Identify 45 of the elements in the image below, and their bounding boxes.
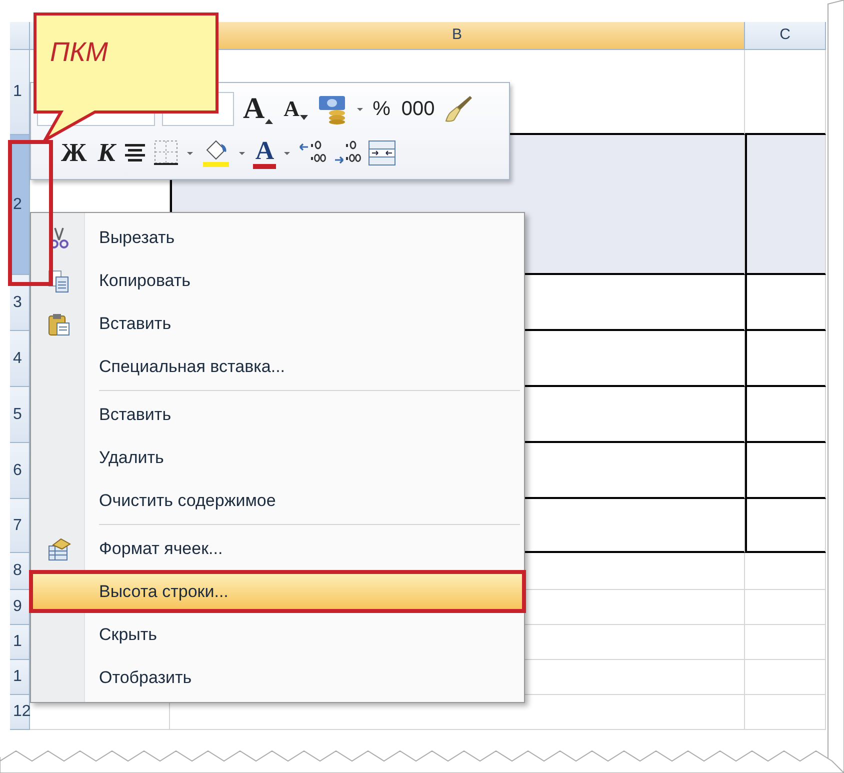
dropdown-arrow-icon[interactable] bbox=[186, 150, 194, 156]
row-header[interactable]: 3 bbox=[10, 275, 30, 331]
format-cells-icon bbox=[47, 536, 71, 560]
dropdown-arrow-icon[interactable] bbox=[283, 150, 292, 156]
grow-font-button[interactable]: A bbox=[241, 94, 275, 124]
brush-icon[interactable] bbox=[444, 94, 474, 124]
border-icon[interactable] bbox=[153, 139, 180, 167]
align-center-icon[interactable] bbox=[124, 142, 146, 164]
font-color-button[interactable]: A bbox=[253, 138, 276, 168]
row-header[interactable]: 7 bbox=[10, 499, 30, 553]
menu-item[interactable]: Специальная вставка... bbox=[33, 345, 522, 388]
row-header[interactable]: 6 bbox=[10, 443, 30, 499]
menu-item[interactable]: Очистить содержимое bbox=[33, 479, 522, 522]
copy-icon bbox=[47, 268, 71, 292]
row-header[interactable]: 12 bbox=[10, 695, 30, 730]
italic-button[interactable]: К bbox=[96, 140, 118, 166]
menu-item[interactable]: Высота строки... bbox=[29, 570, 526, 613]
paint-bucket-icon[interactable] bbox=[201, 138, 232, 168]
caret-down-icon bbox=[300, 114, 308, 120]
row-header[interactable]: 9 bbox=[10, 590, 30, 625]
row-header[interactable]: 4 bbox=[10, 331, 30, 387]
menu-item[interactable]: Вставить bbox=[33, 393, 522, 436]
menu-item[interactable]: Удалить bbox=[33, 436, 522, 479]
dropdown-arrow-icon[interactable] bbox=[238, 150, 246, 156]
menu-item[interactable]: Отобразить bbox=[33, 656, 522, 699]
row-header[interactable]: 5 bbox=[10, 387, 30, 443]
row-header[interactable]: 1 bbox=[10, 660, 30, 695]
format-button[interactable]: % bbox=[370, 99, 392, 119]
format-button[interactable]: 000 bbox=[399, 99, 437, 119]
bold-button[interactable]: Ж bbox=[59, 140, 89, 166]
merge-cells-icon[interactable] bbox=[368, 140, 396, 166]
menu-item[interactable]: Формат ячеек... bbox=[33, 527, 522, 570]
clipboard-icon bbox=[47, 312, 71, 336]
row-header[interactable]: 8 bbox=[10, 553, 30, 590]
dropdown-arrow-icon[interactable] bbox=[356, 106, 364, 112]
column-header[interactable]: C bbox=[745, 22, 826, 50]
menu-item[interactable]: Вырезать bbox=[33, 216, 522, 259]
row-header[interactable]: 1 bbox=[10, 50, 30, 135]
caret-up-icon bbox=[264, 118, 273, 124]
menu-item[interactable]: Копировать bbox=[33, 259, 522, 302]
menu-item[interactable]: Вставить bbox=[33, 302, 522, 345]
shrink-font-button[interactable]: A bbox=[282, 98, 310, 120]
callout-text: ПКМ bbox=[50, 36, 108, 69]
row-header[interactable]: 1 bbox=[10, 625, 30, 660]
menu-item[interactable]: Скрыть bbox=[33, 613, 522, 656]
